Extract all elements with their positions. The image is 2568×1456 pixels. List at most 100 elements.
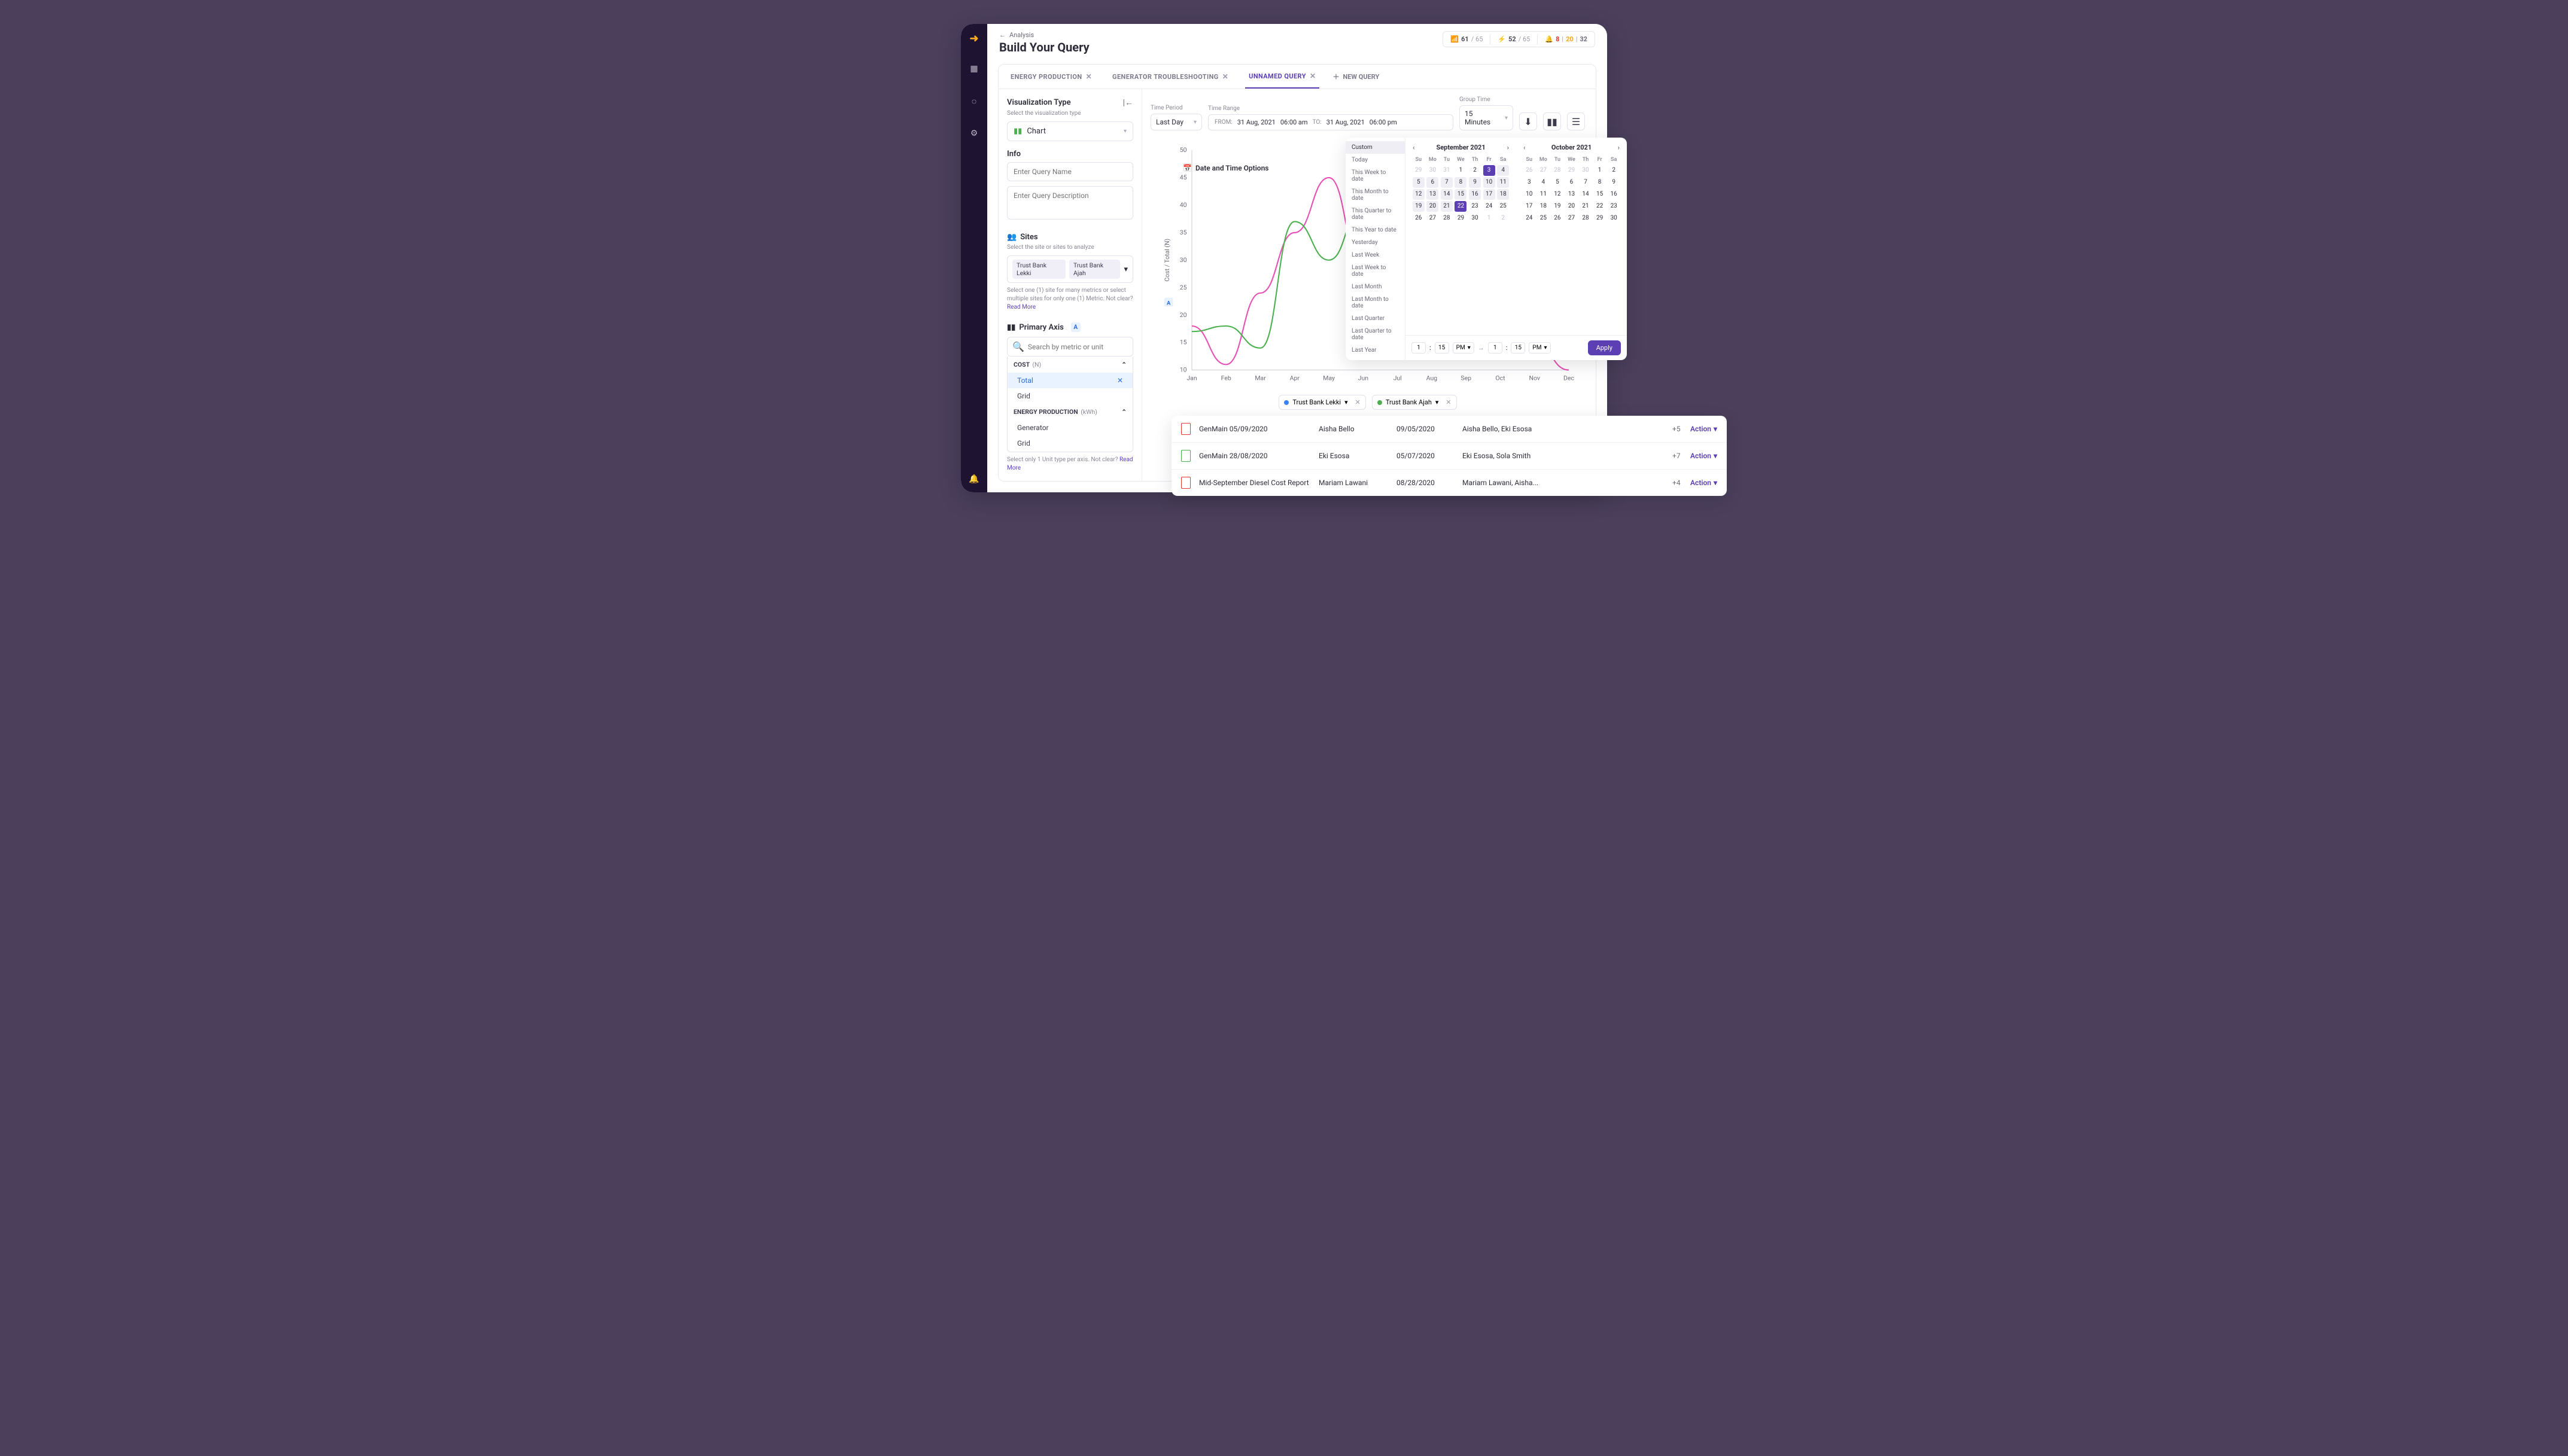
calendar-day[interactable]: 26 [1522, 165, 1536, 176]
calendar-day[interactable]: 2 [1468, 165, 1482, 176]
new-query-button[interactable]: ＋NEW QUERY [1332, 72, 1379, 81]
calendar-day[interactable]: 2 [1496, 212, 1510, 224]
calendar-day[interactable]: 16 [1468, 188, 1482, 200]
calendar-day[interactable]: 31 [1440, 165, 1454, 176]
calendar-day[interactable]: 13 [1565, 188, 1579, 200]
calendar-day[interactable]: 12 [1550, 188, 1565, 200]
calendar-day[interactable]: 9 [1468, 176, 1482, 188]
group-time-select[interactable]: 15 Minutes▾ [1459, 105, 1513, 130]
calendar-day[interactable]: 1 [1593, 165, 1607, 176]
nav-bell-icon[interactable]: 🔔 [969, 474, 979, 484]
calendar-day[interactable]: 25 [1536, 212, 1551, 224]
date-preset[interactable]: This Week to date [1346, 166, 1405, 185]
calendar-day[interactable]: 6 [1426, 176, 1440, 188]
date-preset[interactable]: Last Week to date [1346, 261, 1405, 281]
query-desc-input[interactable] [1007, 186, 1133, 220]
calendar-day[interactable]: 18 [1536, 200, 1551, 212]
calendar-day[interactable]: 19 [1550, 200, 1565, 212]
metric-category[interactable]: COST (N)⌃ [1008, 357, 1133, 373]
date-preset[interactable]: This Year to date [1346, 224, 1405, 236]
axis-search[interactable]: 🔍 [1007, 337, 1133, 357]
close-icon[interactable]: ✕ [1086, 72, 1092, 81]
time-period-select[interactable]: Last Day▾ [1151, 114, 1202, 130]
close-icon[interactable]: ✕ [1310, 72, 1316, 80]
date-preset[interactable]: Today [1346, 154, 1405, 166]
time-from-hour[interactable] [1411, 342, 1426, 354]
nav-settings-icon[interactable]: ⚙ [966, 125, 982, 142]
tab-energy-production[interactable]: ENERGY PRODUCTION✕ [1007, 65, 1096, 88]
close-icon[interactable]: ✕ [1446, 398, 1451, 406]
cal-prev[interactable]: ‹ [1413, 144, 1414, 151]
date-preset[interactable]: Last Year [1346, 344, 1405, 357]
calendar-day[interactable]: 17 [1522, 200, 1536, 212]
calendar-day[interactable]: 8 [1593, 176, 1607, 188]
calendar-day[interactable]: 26 [1550, 212, 1565, 224]
viz-type-select[interactable]: ▮▮ Chart ▾ [1007, 121, 1133, 141]
calendar-day[interactable]: 1 [1454, 165, 1468, 176]
calendar-day[interactable]: 10 [1482, 176, 1496, 188]
metric-option[interactable]: Generator [1008, 420, 1133, 435]
calendar-day[interactable]: 5 [1550, 176, 1565, 188]
site-chip[interactable]: Trust Bank Lekki [1012, 260, 1066, 279]
time-range-input[interactable]: FROM: 31 Aug, 2021 06:00 am TO: 31 Aug, … [1208, 114, 1453, 130]
calendar-day[interactable]: 15 [1454, 188, 1468, 200]
close-icon[interactable]: ✕ [1222, 72, 1228, 81]
metric-option[interactable]: Grid [1008, 435, 1133, 451]
list-view-button[interactable]: ☰ [1567, 112, 1585, 130]
calendar-day[interactable]: 29 [1593, 212, 1607, 224]
nav-dashboard-icon[interactable]: ▦ [966, 60, 982, 77]
calendar-day[interactable]: 11 [1536, 188, 1551, 200]
calendar-day[interactable]: 24 [1482, 200, 1496, 212]
calendar-day[interactable]: 9 [1606, 176, 1621, 188]
calendar-day[interactable]: 3 [1522, 176, 1536, 188]
calendar-day[interactable]: 20 [1565, 200, 1579, 212]
nav-loading-icon[interactable]: ◌ [966, 93, 982, 109]
calendar-day[interactable]: 16 [1606, 188, 1621, 200]
close-icon[interactable]: ✕ [1355, 398, 1361, 406]
calendar-day[interactable]: 2 [1606, 165, 1621, 176]
tab-generator-troubleshooting[interactable]: GENERATOR TROUBLESHOOTING✕ [1109, 65, 1232, 88]
legend-item[interactable]: Trust Bank Ajah▾✕ [1372, 395, 1457, 410]
calendar-day[interactable]: 1 [1482, 212, 1496, 224]
calendar-day[interactable]: 29 [1411, 165, 1426, 176]
legend-item[interactable]: Trust Bank Lekki▾✕ [1279, 395, 1366, 410]
metric-option[interactable]: Total [1008, 451, 1133, 452]
tab-unnamed-query[interactable]: UNNAMED QUERY✕ [1245, 65, 1319, 89]
apply-button[interactable]: Apply [1588, 340, 1621, 355]
calendar-day[interactable]: 25 [1496, 200, 1510, 212]
cal-next[interactable]: › [1507, 144, 1509, 151]
calendar-day[interactable]: 29 [1565, 165, 1579, 176]
calendar-day[interactable]: 20 [1426, 200, 1440, 212]
calendar-day[interactable]: 30 [1426, 165, 1440, 176]
calendar-day[interactable]: 17 [1482, 188, 1496, 200]
calendar-day[interactable]: 7 [1578, 176, 1593, 188]
calendar-day[interactable]: 23 [1606, 200, 1621, 212]
query-name-input[interactable] [1007, 162, 1133, 181]
calendar-day[interactable]: 30 [1578, 165, 1593, 176]
calendar-day[interactable]: 12 [1411, 188, 1426, 200]
calendar-day[interactable]: 28 [1578, 212, 1593, 224]
calendar-day[interactable]: 5 [1411, 176, 1426, 188]
date-preset[interactable]: Custom [1346, 141, 1405, 154]
calendar-day[interactable]: 28 [1440, 212, 1454, 224]
date-preset[interactable]: This Month to date [1346, 185, 1405, 205]
calendar-day[interactable]: 15 [1593, 188, 1607, 200]
sites-help-link[interactable]: Read More [1007, 304, 1036, 310]
calendar-day[interactable]: 11 [1496, 176, 1510, 188]
calendar-day[interactable]: 22 [1454, 200, 1468, 212]
calendar-day[interactable]: 18 [1496, 188, 1510, 200]
calendar-day[interactable]: 8 [1454, 176, 1468, 188]
time-to-min[interactable] [1511, 342, 1525, 354]
calendar-day[interactable]: 4 [1536, 176, 1551, 188]
calendar-day[interactable]: 21 [1440, 200, 1454, 212]
time-to-ampm[interactable]: PM ▾ [1529, 342, 1550, 354]
calendar-day[interactable]: 27 [1536, 165, 1551, 176]
calendar-day[interactable]: 30 [1468, 212, 1482, 224]
action-menu[interactable]: Action ▾ [1690, 425, 1717, 433]
axis-search-input[interactable] [1028, 343, 1128, 351]
date-preset[interactable]: This Quarter to date [1346, 205, 1405, 224]
date-preset[interactable]: Last Week [1346, 249, 1405, 261]
metric-option[interactable]: Total✕ [1008, 373, 1133, 388]
calendar-day[interactable]: 27 [1426, 212, 1440, 224]
calendar-day[interactable]: 7 [1440, 176, 1454, 188]
